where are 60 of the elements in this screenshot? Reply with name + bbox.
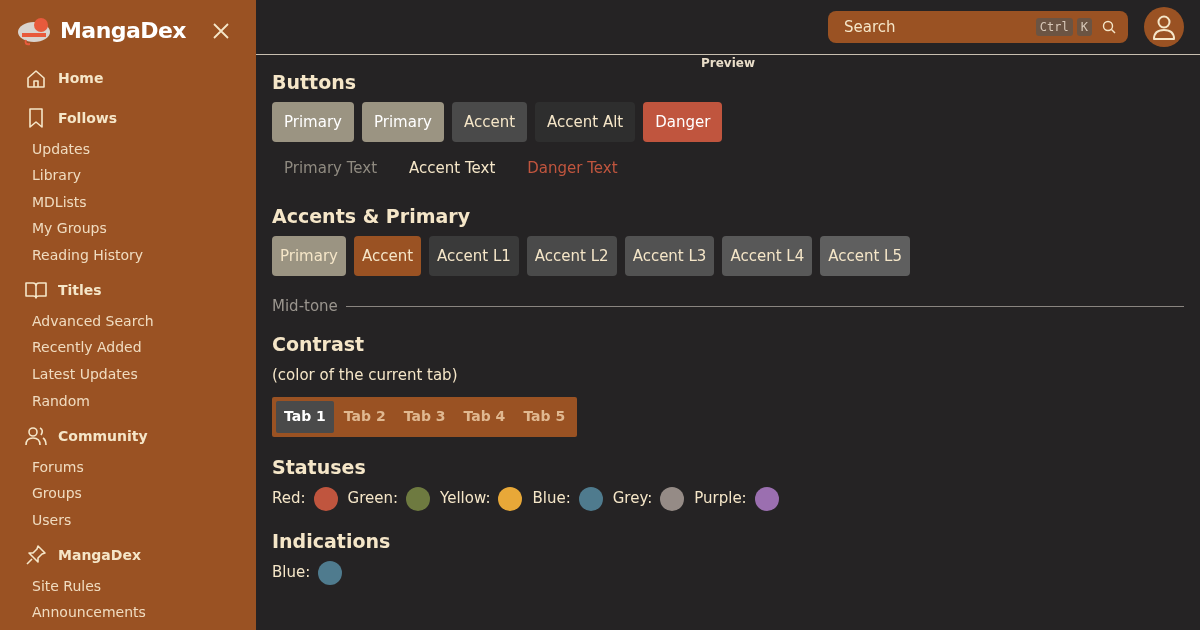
sidebar-item[interactable]: Advanced Search (24, 308, 232, 335)
color-swatch-button[interactable]: Accent L3 (624, 236, 715, 276)
status-label: Grey: (612, 488, 653, 510)
sidebar-item[interactable]: Announcements (24, 599, 232, 627)
user-icon (1151, 14, 1177, 40)
sidebar-item[interactable]: Updates (24, 135, 232, 163)
color-swatch-button[interactable]: Accent (353, 236, 422, 276)
status-label: Blue: (532, 488, 571, 510)
sidebar-item[interactable]: MDLists (24, 188, 232, 216)
page-title: Preview (700, 56, 756, 70)
status-label: Blue: (272, 562, 311, 584)
sidebar-section-link[interactable]: MangaDex (24, 537, 232, 573)
sidebar-item[interactable]: Latest Updates (24, 361, 232, 388)
button[interactable]: Primary (361, 102, 444, 142)
tab[interactable]: Tab 2 (335, 400, 394, 433)
text-button[interactable]: Primary Text (272, 150, 390, 186)
color-swatch-button[interactable]: Accent L5 (820, 236, 910, 276)
status-label: Red: (272, 488, 306, 510)
sidebar-item[interactable]: Library (24, 162, 232, 189)
search-icon (1102, 20, 1116, 34)
close-button[interactable] (212, 20, 232, 41)
tab[interactable]: Tab 4 (455, 400, 514, 433)
tab[interactable]: Tab 5 (515, 400, 574, 433)
sidebar-item[interactable]: Random (24, 387, 232, 415)
sidebar-item[interactable]: Forums (24, 453, 232, 481)
logo-text: MangaDex (60, 17, 186, 45)
color-swatch-button[interactable]: Primary (272, 236, 346, 276)
status-label: Purple: (694, 488, 747, 510)
color-swatch-button[interactable]: Accent L1 (429, 236, 519, 276)
button[interactable]: Accent (451, 102, 528, 142)
color-swatch-button[interactable]: Accent L2 (526, 236, 617, 276)
sidebar-section-link[interactable]: Community (24, 418, 232, 454)
sidebar-item[interactable]: Users (24, 506, 232, 534)
note-text: (color of the current tab) (272, 365, 459, 386)
sidebar-item[interactable]: Groups (24, 480, 232, 507)
button[interactable]: Primary (272, 102, 354, 142)
sidebar-item[interactable]: Reading History (24, 242, 232, 269)
button[interactable]: Danger (643, 102, 723, 142)
status-label: Yellow: (440, 488, 491, 510)
sidebar-section-link[interactable]: Titles (24, 272, 232, 309)
sidebar-item[interactable]: Site Rules (24, 572, 232, 600)
sidebar-section-link[interactable]: Follows (24, 100, 232, 136)
section-heading: Accents & Primary (272, 204, 471, 228)
status-label: Green: (347, 488, 399, 510)
color-swatch-button[interactable]: Accent L4 (722, 236, 813, 276)
tab[interactable]: Tab 3 (395, 400, 454, 433)
text-button[interactable]: Accent Text (397, 150, 508, 186)
sidebar-item[interactable]: My Groups (24, 215, 232, 243)
avatar-button[interactable] (1144, 7, 1184, 47)
section-heading: Statuses (272, 454, 367, 479)
keyboard-key: Ctrl (1035, 18, 1073, 36)
section-heading: Buttons (272, 70, 358, 94)
tab[interactable]: Tab 1 (276, 400, 334, 433)
sidebar-section-link[interactable]: Home (24, 61, 232, 97)
text-button[interactable]: Danger Text (515, 150, 630, 186)
section-heading: Contrast (272, 332, 366, 356)
button[interactable]: Accent Alt (535, 102, 636, 142)
sidebar-item[interactable]: Recently Added (24, 334, 232, 362)
divider-label: Mid-tone (272, 295, 338, 317)
section-heading: Indications (272, 528, 392, 553)
